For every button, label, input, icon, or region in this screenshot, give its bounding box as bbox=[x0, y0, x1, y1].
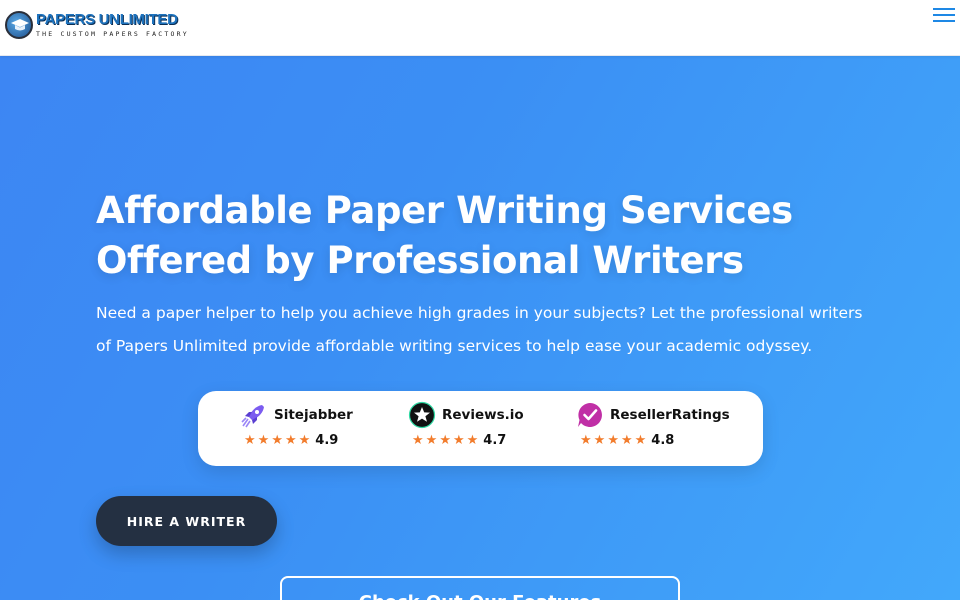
rating-name: ResellerRatings bbox=[610, 407, 730, 423]
hero-section: Affordable Paper Writing Services Offere… bbox=[0, 56, 960, 600]
star-icon: ★ bbox=[452, 432, 465, 448]
star-icon: ★ bbox=[466, 432, 479, 448]
star-icon: ★ bbox=[580, 432, 592, 448]
logo-text: PAPERS UNLIMITED THE CUSTOM PAPERS FACTO… bbox=[36, 10, 189, 39]
star-icon: ★ bbox=[634, 432, 647, 448]
rating-resellerratings[interactable]: ResellerRatings ★ ★ ★ ★ ★ 4.8 bbox=[576, 401, 730, 456]
star-icon: ★ bbox=[439, 432, 451, 448]
star-icon: ★ bbox=[298, 432, 311, 448]
star-icon: ★ bbox=[284, 432, 297, 448]
star-icon: ★ bbox=[620, 432, 633, 448]
check-out-features-button[interactable]: Check Out Our Features bbox=[280, 576, 680, 600]
star-icon: ★ bbox=[271, 432, 283, 448]
hero-headline: Affordable Paper Writing Services Offere… bbox=[96, 186, 876, 286]
hamburger-menu-icon[interactable] bbox=[933, 8, 955, 24]
rating-score: 4.9 bbox=[315, 433, 339, 448]
logo-tagline: THE CUSTOM PAPERS FACTORY bbox=[36, 29, 189, 38]
graduation-cap-icon bbox=[5, 11, 33, 39]
rocket-icon bbox=[240, 401, 268, 429]
rating-reviewsio[interactable]: Reviews.io ★ ★ ★ ★ ★ 4.7 bbox=[408, 401, 524, 456]
rating-sitejabber[interactable]: Sitejabber ★ ★ ★ ★ ★ 4.9 bbox=[240, 401, 353, 456]
rating-name: Sitejabber bbox=[274, 407, 353, 423]
star-icon: ★ bbox=[425, 432, 438, 448]
hero-subtext: Need a paper helper to help you achieve … bbox=[96, 304, 863, 355]
star-icon: ★ bbox=[257, 432, 270, 448]
rating-score: 4.7 bbox=[483, 433, 507, 448]
star-icon: ★ bbox=[412, 432, 424, 448]
rating-name: Reviews.io bbox=[442, 407, 524, 423]
rating-stars: ★ ★ ★ ★ ★ 4.8 bbox=[580, 433, 730, 448]
rating-stars: ★ ★ ★ ★ ★ 4.7 bbox=[412, 433, 524, 448]
site-header: PAPERS UNLIMITED THE CUSTOM PAPERS FACTO… bbox=[0, 0, 960, 56]
rating-stars: ★ ★ ★ ★ ★ 4.9 bbox=[244, 433, 353, 448]
star-badge-icon bbox=[408, 401, 436, 429]
star-icon: ★ bbox=[244, 432, 256, 448]
star-icon: ★ bbox=[607, 432, 619, 448]
checkmark-bubble-icon bbox=[576, 401, 604, 429]
rating-score: 4.8 bbox=[651, 433, 675, 448]
ratings-card: Sitejabber ★ ★ ★ ★ ★ 4.9 Reviews.io ★ ★ … bbox=[198, 391, 763, 466]
hire-a-writer-button[interactable]: HIRE A WRITER bbox=[96, 496, 277, 546]
logo-name: PAPERS UNLIMITED bbox=[36, 10, 178, 28]
headline-line-2: Offered by Professional Writers bbox=[96, 239, 744, 282]
headline-line-1: Affordable Paper Writing Services bbox=[96, 189, 793, 232]
star-icon: ★ bbox=[593, 432, 606, 448]
logo[interactable]: PAPERS UNLIMITED THE CUSTOM PAPERS FACTO… bbox=[5, 11, 189, 39]
